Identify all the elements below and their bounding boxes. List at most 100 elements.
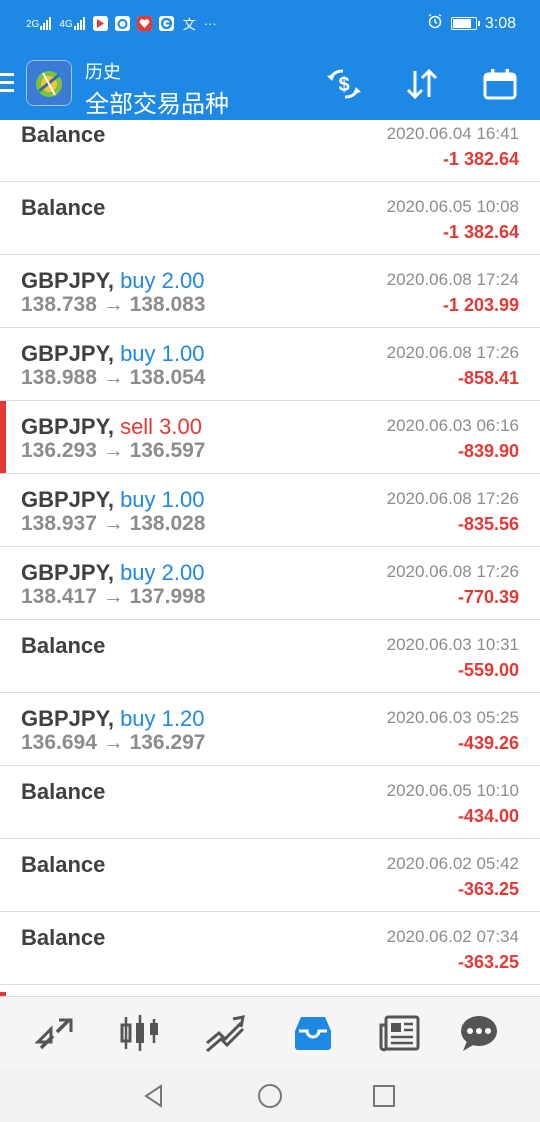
row-time: 2020.06.08 17:24 [386,270,519,289]
quotes-icon[interactable] [31,1011,79,1055]
row-time: 2020.06.08 17:26 [386,562,519,581]
deal-action: buy 2.00 [120,268,205,293]
deal-symbol: GBPJPY, [21,487,114,512]
row-profit: -363.25 [457,952,519,972]
news-icon[interactable] [376,1011,424,1055]
signal-2g-icon: 2G [26,17,52,30]
row-time: 2020.06.03 10:31 [386,635,519,654]
history-row[interactable]: Balance 2020.06.02 05:42 -363.25 [0,839,540,912]
history-row[interactable]: GBPJPY, sell 3.00 136.293 → 136.597 2020.0… [0,401,540,474]
status-bar-left: 2G 4G 文 ··· [26,14,217,33]
deal-symbol: GBPJPY, [21,341,114,366]
history-row[interactable]: GBPJPY, buy 2.00 138.738 → 138.083 2020.06… [0,255,540,328]
sell-marker [0,401,6,473]
history-row[interactable]: GBPJPY, buy 1.00 138.937 → 138.028 2020.06… [0,474,540,547]
row-profit: -835.56 [457,514,519,534]
deal-action: buy 2.00 [120,560,205,585]
battery-level [452,19,471,28]
row-title: Balance [21,122,106,147]
history-row[interactable]: Balance 2020.06.05 10:08 -1 382.64 [0,182,540,255]
trade-icon[interactable] [201,1011,249,1055]
row-profit: -559.00 [457,660,519,680]
hamburger-icon[interactable] [0,73,16,93]
row-time: 2020.06.05 10:10 [386,781,519,800]
deal-prices: 138.988 → 138.054 [21,366,206,389]
deal-prices: 136.293 → 136.597 [21,439,206,462]
history-row[interactable]: Balance 2020.06.04 16:41 -1 382.64 [0,120,540,182]
bottom-navigation [0,996,540,1071]
deal-symbol: GBPJPY, [21,560,114,585]
deal-prices: 136.694 → 136.297 [21,731,206,754]
row-profit: -1 382.64 [442,149,519,169]
recents-icon[interactable] [368,1080,400,1112]
row-time: 2020.06.08 17:26 [386,343,519,362]
history-row[interactable]: Balance 2020.06.02 07:34 -363.25 [0,912,540,985]
deal-title: GBPJPY, buy 2.00 [21,268,204,294]
row-profit: -839.90 [457,441,519,461]
deal-action: buy 1.20 [120,706,205,731]
history-row[interactable]: Balance 2020.06.03 10:31 -559.00 [0,620,540,693]
more-notifications-icon: ··· [203,16,217,31]
deal-title: GBPJPY, buy 1.00 [21,341,204,367]
home-icon[interactable] [254,1080,286,1112]
deal-title: GBPJPY, buy 1.00 [21,487,204,513]
browser-app-icon [158,16,174,31]
row-profit: -1 382.64 [442,222,519,242]
heart-app-icon [136,16,152,31]
deal-title: GBPJPY, sell 3.00 [21,414,202,440]
row-time: 2020.06.04 16:41 [386,124,519,143]
status-bar-right: 3:08 [427,13,516,34]
deal-prices: 138.738 → 138.083 [21,293,206,316]
deal-title: GBPJPY, buy 1.20 [21,706,204,732]
calendar-icon[interactable] [478,64,522,104]
sort-icon[interactable] [400,64,444,104]
status-bar: 2G 4G 文 ··· 3:08 [0,0,540,46]
deal-symbol: GBPJPY, [21,414,114,439]
alarm-icon [427,13,443,34]
row-time: 2020.06.03 05:25 [386,708,519,727]
translate-icon: 文 [182,17,196,32]
deal-symbol: GBPJPY, [21,268,114,293]
history-row[interactable]: GBPJPY, buy 1.00 138.988 → 138.054 2020.06… [0,328,540,401]
symbol-filter-label[interactable]: 全部交易品种 [85,84,229,119]
signal-4g-icon: 4G [59,17,85,30]
chart-icon[interactable] [116,1011,164,1055]
history-list[interactable]: Balance 2020.06.04 16:41 -1 382.64 Balance 2… [0,120,540,996]
deal-action: buy 1.00 [120,341,205,366]
system-navigation-bar [0,1070,540,1122]
row-profit: -770.39 [457,587,519,607]
clock: 3:08 [484,14,516,32]
row-time: 2020.06.05 10:08 [386,197,519,216]
network-label: 4G [59,19,73,30]
history-row[interactable]: GBPJPY, buy 1.20 136.694 → 136.297 2020.06… [0,693,540,766]
row-time: 2020.06.02 07:34 [386,927,519,946]
row-time: 2020.06.02 05:42 [386,854,519,873]
row-profit: -1 203.99 [442,295,519,315]
row-time: 2020.06.03 06:16 [386,416,519,435]
messages-icon[interactable] [455,1011,503,1055]
row-time: 2020.06.08 17:26 [386,489,519,508]
history-row[interactable]: Balance 2020.06.05 10:10 -434.00 [0,766,540,839]
svg-text:$: $ [338,74,349,96]
history-icon[interactable] [289,1011,337,1055]
metatrader-logo[interactable] [26,60,72,106]
deal-action: buy 1.00 [120,487,205,512]
row-title: Balance [21,925,106,950]
row-title: Balance [21,779,106,804]
back-icon[interactable] [138,1080,170,1112]
deal-prices: 138.417 → 137.998 [21,585,206,608]
history-row[interactable]: GBPJPY, buy 2.00 138.417 → 137.998 2020.06… [0,547,540,620]
battery-icon [450,17,480,30]
deal-symbol: GBPJPY, [21,706,114,731]
row-profit: -363.25 [457,879,519,899]
page-title: 历史 [85,62,121,82]
deal-action: sell 3.00 [120,414,203,439]
row-title: Balance [21,633,106,658]
deal-title: GBPJPY, buy 2.00 [21,560,204,586]
row-title: Balance [21,852,106,877]
row-profit: -439.26 [457,733,519,753]
row-profit: -858.41 [457,368,519,388]
app-header: 历史 全部交易品种 $ [0,46,540,120]
currency-exchange-icon[interactable]: $ [322,64,366,104]
deal-prices: 138.937 → 138.028 [21,512,206,535]
